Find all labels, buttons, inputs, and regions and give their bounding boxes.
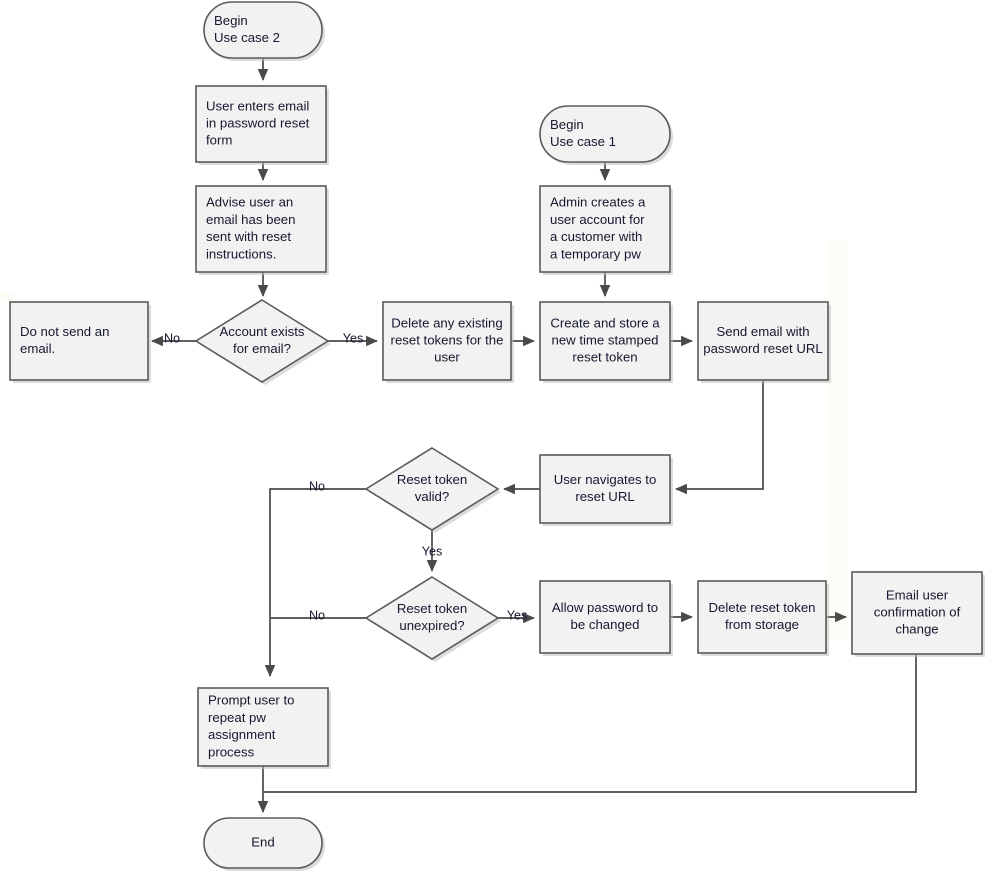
node-label-prompt_repeat-line-2: assignment: [208, 727, 276, 742]
node-label-enter_email-line-2: form: [206, 133, 232, 148]
node-label-navigate_url-line-1: reset URL: [575, 489, 634, 504]
node-label-prompt_repeat-line-0: Prompt user to: [208, 693, 295, 708]
edge-email-conf-to-end: [263, 654, 917, 793]
node-label-delete_tokens-line-2: user: [434, 350, 460, 365]
node-label-prompt_repeat-line-1: repeat pw: [208, 710, 266, 725]
node-send_email[interactable]: Send email with password reset URL: [697, 301, 831, 383]
node-label-create_token-line-0: Create and store a: [550, 315, 660, 330]
node-create_token[interactable]: Create and store a new time stamped reset …: [539, 301, 673, 383]
node-label-delete_tokens-line-0: Delete any existing: [391, 315, 502, 330]
node-label-advise_user-line-3: instructions.: [206, 246, 276, 261]
node-label-token_valid-line-1: valid?: [415, 489, 449, 504]
node-enter_email[interactable]: User enters email in password reset form: [195, 85, 329, 165]
node-label-allow_change-line-0: Allow password to: [552, 600, 658, 615]
edge-label-yes-unexpired: Yes: [507, 608, 528, 622]
edge-label-no-account: No: [164, 331, 180, 345]
node-admin_creates[interactable]: Admin creates a user account for a custome…: [539, 185, 673, 275]
node-label-begin2-line-1: Use case 2: [214, 30, 280, 45]
node-label-enter_email-line-1: in password reset: [206, 115, 310, 130]
edge-label-no-unexpired: No: [309, 608, 325, 622]
node-label-begin2-line-0: Begin: [214, 13, 248, 28]
node-label-send_email-line-1: password reset URL: [703, 341, 822, 356]
node-advise_user[interactable]: Advise user an email has been sent with re…: [195, 185, 329, 275]
node-label-allow_change-line-1: be changed: [571, 617, 640, 632]
node-label-do_not_send-line-0: Do not send an: [20, 324, 109, 339]
node-label-email_conf-line-1: confirmation of: [874, 604, 961, 619]
edge-label-yes-account: Yes: [343, 331, 364, 345]
node-delete_tokens[interactable]: Delete any existing reset tokens for the u…: [382, 301, 514, 383]
node-label-do_not_send-line-1: email.: [20, 341, 55, 356]
background-band-2: [0, 292, 14, 302]
node-do_not_send[interactable]: Do not send an email.: [9, 301, 151, 383]
edge-label-no-valid: No: [309, 479, 325, 493]
node-allow_change[interactable]: Allow password to be changed: [539, 580, 673, 656]
node-label-account_exists-line-1: for email?: [233, 341, 291, 356]
node-label-admin_creates-line-2: a customer with: [550, 229, 642, 244]
node-label-prompt_repeat-line-3: process: [208, 744, 255, 759]
node-token_valid[interactable]: Reset token valid?: [364, 447, 501, 533]
node-label-end-line-0: End: [251, 834, 274, 849]
node-account_exists[interactable]: Account exists for email?: [194, 299, 331, 385]
node-label-admin_creates-line-1: user account for: [550, 212, 645, 227]
node-label-admin_creates-line-3: a temporary pw: [550, 246, 641, 261]
node-token_unexp[interactable]: Reset token unexpired?: [364, 576, 501, 662]
edge-label-yes-valid: Yes: [422, 544, 443, 558]
node-label-navigate_url-line-0: User navigates to: [554, 472, 657, 487]
node-label-create_token-line-2: reset token: [572, 350, 637, 365]
node-label-delete_token2-line-0: Delete reset token: [708, 600, 815, 615]
node-label-token_unexp-line-1: unexpired?: [399, 618, 464, 633]
node-label-email_conf-line-2: change: [895, 622, 938, 637]
node-label-advise_user-line-2: sent with reset: [206, 229, 291, 244]
node-email_conf[interactable]: Email user confirmation of change: [851, 571, 985, 657]
node-label-enter_email-line-0: User enters email: [206, 98, 309, 113]
flowchart-svg: No Yes No Yes No Yes Begin Use case 2 User…: [0, 1, 985, 871]
node-label-advise_user-line-0: Advise user an: [206, 195, 293, 210]
edge-send-email-to-navigate-url: [675, 380, 764, 495]
node-navigate_url[interactable]: User navigates to reset URL: [539, 454, 673, 526]
node-label-advise_user-line-1: email has been: [206, 212, 295, 227]
node-label-send_email-line-0: Send email with: [716, 324, 809, 339]
node-label-token_unexp-line-0: Reset token: [397, 601, 467, 616]
node-begin1[interactable]: Begin Use case 1: [539, 105, 673, 165]
node-begin2[interactable]: Begin Use case 2: [203, 1, 325, 61]
node-prompt_repeat[interactable]: Prompt user to repeat pw assignment process: [197, 687, 331, 769]
node-label-begin1-line-1: Use case 1: [550, 134, 616, 149]
node-label-begin1-line-0: Begin: [550, 117, 584, 132]
flowchart-canvas: No Yes No Yes No Yes Begin Use case 2 User…: [0, 0, 1000, 876]
node-label-create_token-line-1: new time stamped: [551, 332, 658, 347]
node-label-email_conf-line-0: Email user: [886, 587, 949, 602]
background-band: [826, 240, 848, 640]
node-label-delete_tokens-line-1: reset tokens for the: [391, 332, 504, 347]
node-label-admin_creates-line-0: Admin creates a: [550, 195, 646, 210]
node-end[interactable]: End: [203, 817, 325, 871]
node-label-delete_token2-line-1: from storage: [725, 617, 799, 632]
edge-token-valid-no-to-prompt: [264, 488, 366, 677]
node-label-account_exists-line-0: Account exists: [219, 324, 304, 339]
node-label-token_valid-line-0: Reset token: [397, 472, 467, 487]
node-delete_token2[interactable]: Delete reset token from storage: [697, 580, 829, 656]
